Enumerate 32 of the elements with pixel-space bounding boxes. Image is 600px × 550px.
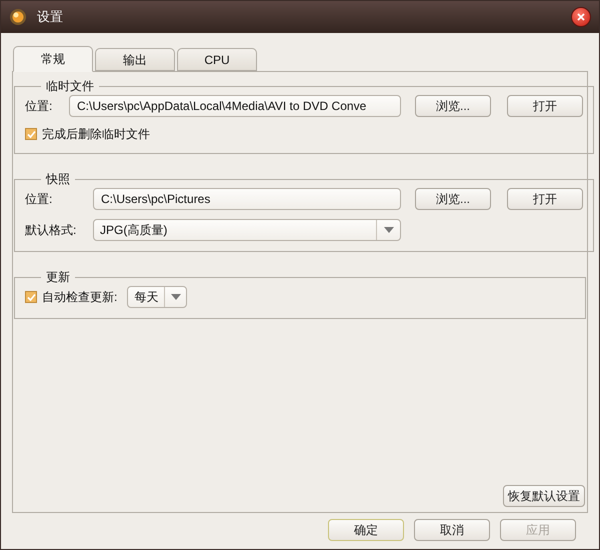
open-button[interactable]: 打开	[507, 95, 583, 117]
field-label: 位置:	[25, 191, 54, 208]
browse-button[interactable]: 浏览...	[415, 188, 491, 210]
dropdown-arrow-icon	[170, 294, 181, 300]
field-label: 位置:	[25, 98, 54, 115]
dialog-button[interactable]: 取消	[414, 519, 490, 541]
app-logo-icon	[9, 8, 27, 26]
tab[interactable]: 常规	[13, 46, 93, 72]
group-title: 临时文件	[45, 78, 95, 95]
path-field[interactable]: C:\Users\pc\AppData\Local\4Media\AVI to DVD Conve	[69, 95, 401, 117]
checkbox[interactable]	[25, 128, 37, 140]
group-title: 更新	[45, 269, 71, 286]
checkbox-label: 完成后删除临时文件	[42, 126, 150, 143]
dropdown-arrow-icon	[384, 227, 394, 233]
checkbox[interactable]	[25, 291, 37, 303]
field-label: 默认格式:	[25, 222, 78, 239]
path-field[interactable]: C:\Users\pc\Pictures	[93, 188, 401, 210]
checkbox-label: 自动检查更新:	[42, 289, 118, 306]
open-button[interactable]: 打开	[507, 188, 583, 210]
close-button[interactable]	[571, 7, 591, 27]
tab[interactable]: CPU	[177, 48, 257, 71]
browse-button[interactable]: 浏览...	[415, 95, 491, 117]
group-title: 快照	[44, 171, 71, 188]
dialog-button[interactable]: 确定	[328, 519, 404, 541]
checkmark-icon	[26, 130, 36, 138]
checkmark-icon	[26, 292, 36, 302]
frequency-dropdown[interactable]: 每天	[127, 286, 188, 308]
window-title: 设置	[37, 8, 63, 26]
restore-defaults-button[interactable]: 恢复默认设置	[503, 485, 585, 507]
format-dropdown[interactable]: JPG(高质量)	[93, 219, 401, 241]
tab[interactable]: 输出	[95, 48, 175, 71]
close-icon	[577, 13, 585, 21]
